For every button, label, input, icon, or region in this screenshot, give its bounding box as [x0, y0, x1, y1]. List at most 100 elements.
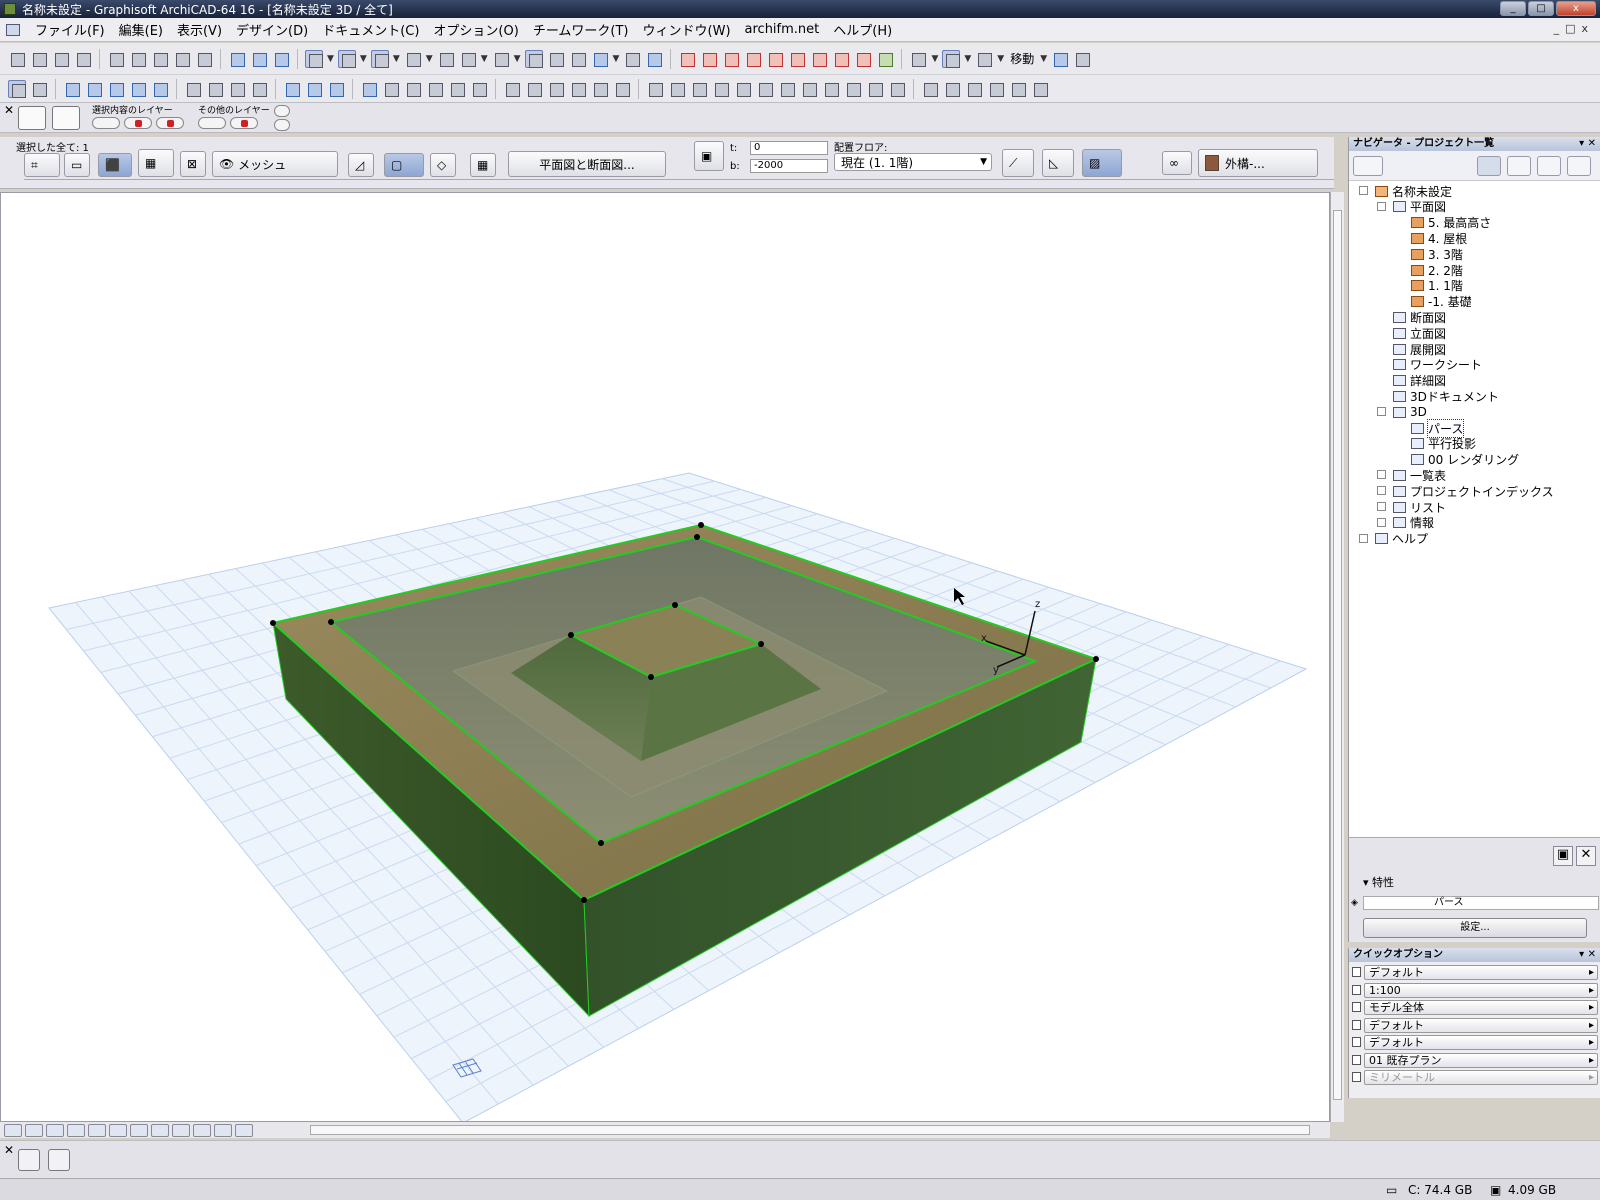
zoom-out-icon[interactable] [109, 1123, 127, 1137]
split-icon[interactable] [678, 50, 696, 68]
menu-view[interactable]: 表示(V) [170, 20, 229, 39]
close-icon[interactable]: ▾ ✕ [1579, 948, 1596, 962]
handle-point[interactable] [270, 620, 276, 626]
preview-icon[interactable] [25, 1123, 43, 1137]
close-icon[interactable]: ✕ [4, 103, 14, 117]
intersect-icon[interactable] [744, 50, 762, 68]
menu-document[interactable]: ドキュメント(C) [315, 20, 426, 39]
scrollbar-thumb[interactable] [1333, 210, 1342, 1100]
nail-tool-icon[interactable] [1009, 80, 1027, 98]
target-icon[interactable] [876, 50, 894, 68]
navigator-menu-icon[interactable] [1353, 156, 1383, 176]
guide-lines-icon[interactable] [337, 49, 356, 68]
arrow-tool-icon[interactable] [8, 79, 26, 98]
settings-button[interactable]: 設定... [1363, 918, 1587, 938]
menu-file[interactable]: ファイル(F) [28, 20, 112, 39]
tree-item-rendering[interactable]: 00 レンダリング [1411, 452, 1519, 468]
curtain-wall-icon[interactable] [360, 80, 378, 98]
expand-icon[interactable] [1377, 517, 1386, 527]
marquee-tool-icon[interactable] [30, 80, 48, 98]
tree-tool-icon[interactable] [1031, 80, 1049, 98]
expand-icon[interactable] [1377, 470, 1386, 480]
spline-tool-icon[interactable] [822, 80, 840, 98]
pen-icon[interactable] [591, 50, 609, 68]
tree-item-story-4[interactable]: 4. 屋根 [1411, 230, 1467, 246]
tree-item-3d-folder[interactable]: 3D [1377, 404, 1427, 420]
offset-icon[interactable] [645, 50, 663, 68]
report-icon[interactable] [48, 1149, 70, 1171]
window-tool-icon[interactable] [129, 80, 147, 98]
layout-icon[interactable] [909, 50, 927, 68]
detail-tool-icon[interactable] [591, 80, 609, 98]
inject-parameters-icon[interactable] [272, 50, 290, 68]
infobox-scrollbar[interactable] [24, 179, 1334, 186]
lamp-tool-icon[interactable] [470, 80, 488, 98]
viewport-horizontal-scrollbar[interactable] [310, 1125, 1310, 1135]
tree-item-story-foundation[interactable]: -1. 基礎 [1411, 294, 1472, 310]
window-layout-icon[interactable] [975, 50, 993, 68]
layer-icon[interactable] [623, 50, 641, 68]
solid-section-icon[interactable]: ▨ [1082, 149, 1122, 177]
layout-book-icon[interactable] [1537, 156, 1561, 176]
new-file-icon[interactable] [8, 50, 26, 68]
handle-point[interactable] [581, 897, 587, 903]
layer-combination-icon[interactable] [46, 1123, 64, 1137]
menu-edit[interactable]: 編集(E) [112, 20, 170, 39]
copy-icon[interactable] [129, 50, 147, 68]
save-icon[interactable] [52, 50, 70, 68]
view-name-field[interactable]: パース [1363, 896, 1599, 910]
solid-ops-icon[interactable] [832, 50, 850, 68]
column-tool-icon[interactable] [85, 80, 103, 98]
paste-icon[interactable] [151, 50, 169, 68]
expand-icon[interactable] [1377, 502, 1386, 511]
hatch-tool-icon[interactable] [404, 80, 422, 98]
ruler-icon[interactable] [547, 50, 565, 68]
tree-item-details[interactable]: 詳細図 [1393, 373, 1446, 389]
3d-model-canvas[interactable]: z x y [1, 193, 1330, 1122]
polygon-icon[interactable] [788, 50, 806, 68]
group-icon[interactable] [459, 50, 477, 68]
chevron-down-icon[interactable]: ▼ [426, 54, 433, 64]
tree-item-story-2[interactable]: 2. 2階 [1411, 262, 1463, 278]
element-type-selector[interactable]: 👁 メッシュ [212, 151, 338, 177]
orbit-icon[interactable] [1051, 50, 1069, 68]
text-tool-icon[interactable] [690, 80, 708, 98]
handle-point[interactable] [694, 534, 700, 540]
pen-set-select[interactable]: デフォルト [1364, 965, 1598, 980]
collapse-icon[interactable] [1377, 407, 1386, 417]
print-icon[interactable] [74, 50, 92, 68]
ridge-icon[interactable]: ▭ [64, 153, 90, 177]
cut-icon[interactable] [107, 50, 125, 68]
zone-tool-icon[interactable] [426, 80, 444, 98]
grid-snap-icon[interactable] [404, 50, 422, 68]
tree-item-help[interactable]: ヘルプ [1359, 531, 1428, 547]
gravity-icon[interactable] [305, 49, 323, 68]
tree-item-perspective[interactable]: パース [1411, 418, 1465, 438]
tree-item-axonometry[interactable]: 平行投影 [1411, 436, 1476, 452]
zoom-next-icon[interactable] [235, 1123, 253, 1137]
handle-point[interactable] [1093, 656, 1099, 662]
chevron-down-icon[interactable]: ▼ [1040, 54, 1047, 64]
house-tool-icon[interactable] [987, 80, 1005, 98]
tree-item-story-5[interactable]: 5. 最高高さ [1411, 215, 1491, 231]
mesh-settings-icon[interactable]: ⬛ [98, 153, 132, 177]
geometry-method-icon[interactable]: ⌗ [24, 153, 60, 177]
trace-icon[interactable] [524, 49, 543, 68]
house-icon[interactable] [810, 50, 828, 68]
layer-lock-icon[interactable] [52, 106, 80, 130]
tree-item-info[interactable]: 情報 [1377, 515, 1434, 531]
collapse-icon[interactable] [1377, 201, 1386, 211]
zoom-previous-icon[interactable] [214, 1123, 232, 1137]
undo-icon[interactable] [173, 50, 191, 68]
open-file-icon[interactable] [30, 50, 48, 68]
chevron-down-icon[interactable]: ▼ [327, 54, 334, 64]
slope-section-icon[interactable]: ◺ [1042, 149, 1074, 177]
figure-tool-icon[interactable] [866, 80, 884, 98]
handle-point[interactable] [672, 602, 678, 608]
fillet-icon[interactable] [766, 50, 784, 68]
scale-select[interactable]: 1:100 [1364, 982, 1598, 998]
tree-item-floor-plans[interactable]: 平面図 [1377, 199, 1446, 215]
mdi-window-controls[interactable]: _□x [1554, 22, 1594, 35]
new-view-icon[interactable]: ▣ [1553, 846, 1573, 866]
snap-icon[interactable] [370, 49, 389, 68]
